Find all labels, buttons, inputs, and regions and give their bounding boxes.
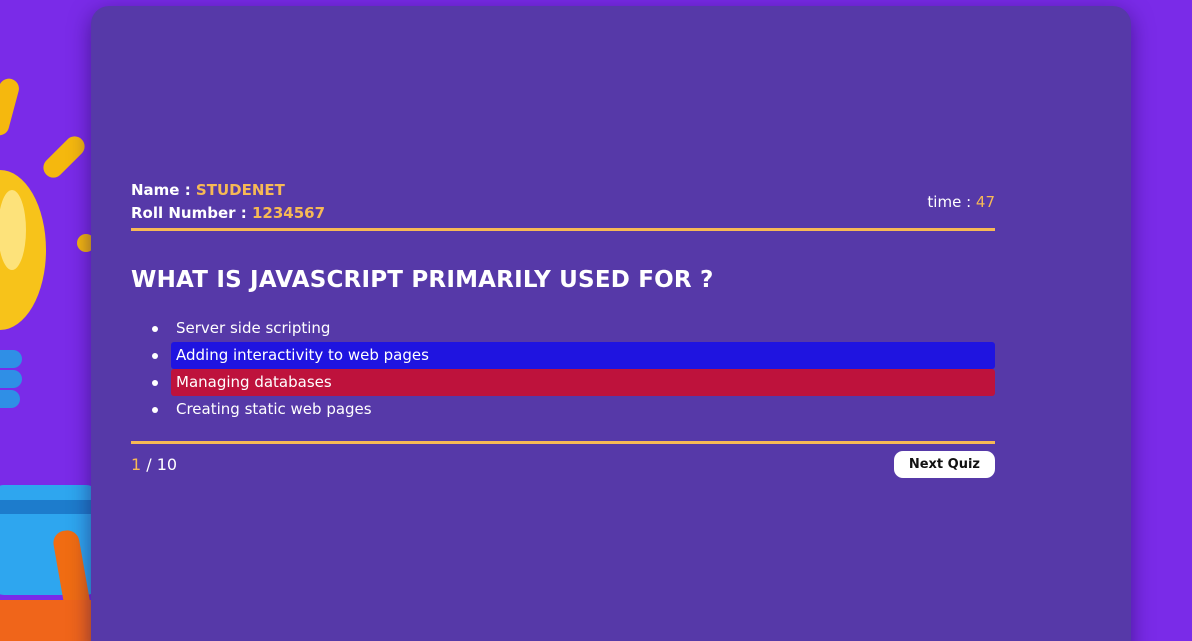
- option-item-correct[interactable]: Adding interactivity to web pages: [131, 342, 995, 369]
- current-question-number: 1: [131, 455, 142, 474]
- option-text: Adding interactivity to web pages: [171, 342, 995, 369]
- timer-value: 47: [975, 193, 995, 211]
- student-name-value: STUDENET: [195, 181, 285, 199]
- timer-label: time :: [927, 193, 976, 211]
- student-name-label: Name :: [131, 181, 196, 199]
- option-item[interactable]: Server side scripting: [131, 315, 995, 342]
- total-questions: 10: [156, 455, 178, 474]
- roll-number-label: Roll Number :: [131, 204, 252, 222]
- bullet-icon: [152, 407, 158, 413]
- question-title: WHAT IS JAVASCRIPT PRIMARILY USED FOR ?: [131, 267, 714, 293]
- option-item[interactable]: Creating static web pages: [131, 396, 995, 423]
- quiz-footer: 1 / 10 Next Quiz: [131, 441, 995, 478]
- timer: time : 47: [927, 193, 995, 211]
- option-text: Server side scripting: [176, 319, 331, 337]
- bullet-icon: [152, 326, 158, 332]
- roll-number-line: Roll Number : 1234567: [131, 202, 325, 225]
- option-text: Creating static web pages: [176, 400, 372, 418]
- bullet-icon: [152, 353, 158, 359]
- options-list: Server side scripting Adding interactivi…: [131, 315, 995, 423]
- roll-number-value: 1234567: [251, 204, 326, 222]
- option-item-wrong[interactable]: Managing databases: [131, 369, 995, 396]
- quiz-card: Name : STUDENET Roll Number : 1234567 ti…: [91, 6, 1131, 641]
- question-counter: 1 / 10: [131, 455, 177, 474]
- option-text: Managing databases: [171, 369, 995, 396]
- student-name-line: Name : STUDENET: [131, 179, 325, 202]
- counter-separator: /: [141, 455, 157, 474]
- student-info: Name : STUDENET Roll Number : 1234567: [131, 179, 325, 225]
- bullet-icon: [152, 380, 158, 386]
- next-quiz-button[interactable]: Next Quiz: [893, 451, 995, 478]
- quiz-header: Name : STUDENET Roll Number : 1234567 ti…: [131, 179, 995, 231]
- quiz-content: Name : STUDENET Roll Number : 1234567 ti…: [131, 179, 995, 478]
